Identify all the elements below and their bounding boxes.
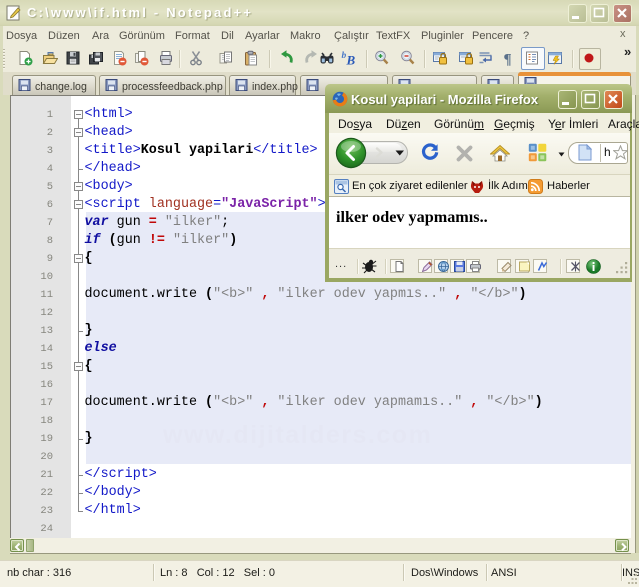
svg-text:¶: ¶ [504, 52, 512, 67]
svg-text:B: B [346, 53, 356, 67]
